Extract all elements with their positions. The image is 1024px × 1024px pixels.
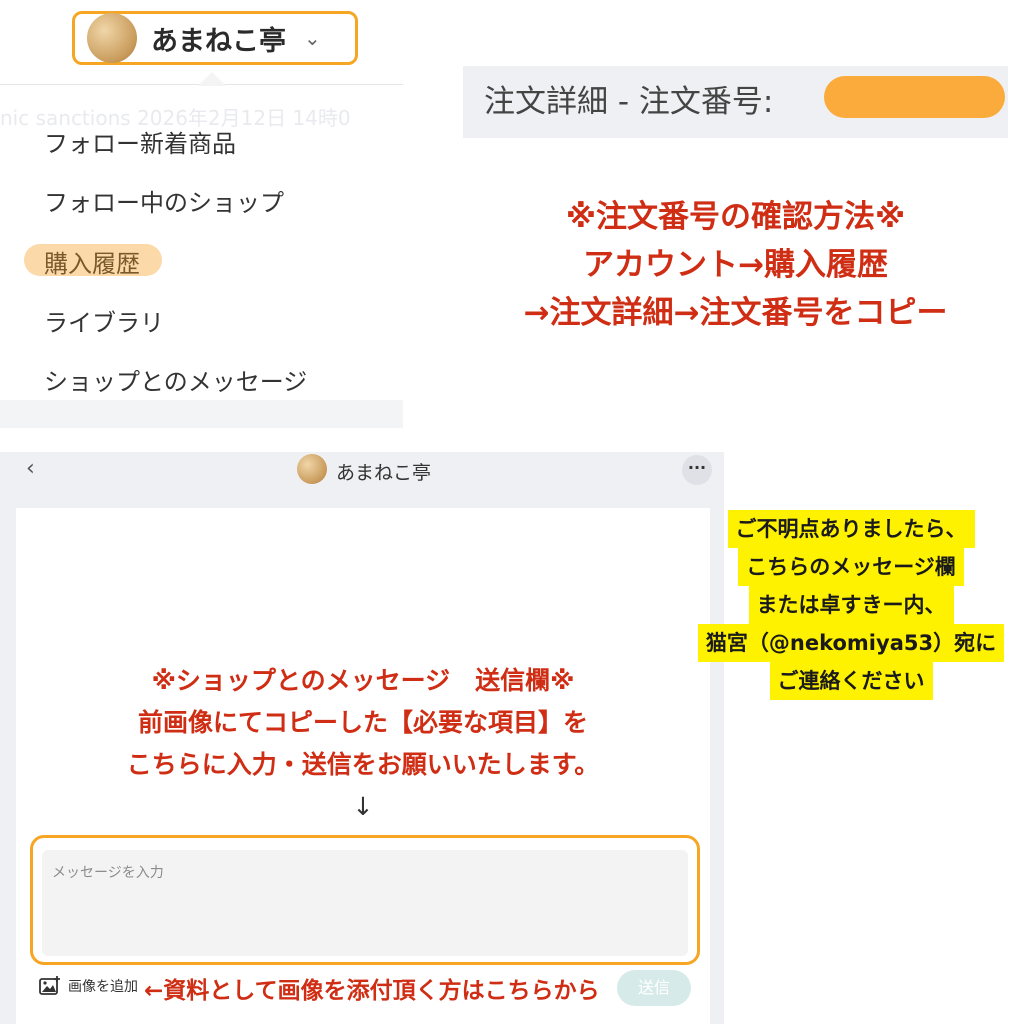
back-chevron-icon[interactable]: ‹ — [26, 456, 35, 481]
add-image-button[interactable]: 画像を追加 — [38, 975, 138, 997]
shop-switcher-button[interactable]: あまねこ亭 ⌄ — [72, 11, 358, 65]
contact-line-3: または卓すきー内、 — [748, 586, 954, 624]
instruction-line-2: 前画像にてコピーした【必要な項目】を — [137, 708, 588, 737]
howto-line-3: →注文詳細→注文番号をコピー — [523, 295, 948, 331]
order-number-redaction — [824, 76, 1005, 118]
menu-pointer — [198, 72, 226, 86]
shop-name: あまねこ亭 — [151, 25, 286, 57]
menu-item-follow-new[interactable]: フォロー新着商品 — [44, 124, 236, 159]
contact-line-1: ご不明点ありましたら、 — [727, 510, 975, 548]
order-number-howto: ※注文番号の確認方法※ アカウント→購入履歴 →注文詳細→注文番号をコピー — [463, 193, 1008, 337]
message-instructions: ※ショップとのメッセージ 送信欄※ 前画像にてコピーした【必要な項目】を こちら… — [16, 660, 710, 828]
chevron-down-icon: ⌄ — [304, 26, 321, 50]
menu-item-library[interactable]: ライブラリ — [44, 303, 164, 338]
shop-avatar — [87, 13, 137, 63]
attach-image-note: ←資料として画像を添付頂く方はこちらから — [144, 978, 600, 1004]
contact-line-4: 猫宮（@nekomiya53）宛に — [697, 624, 1005, 662]
chat-title: あまねこ亭 — [336, 462, 432, 484]
contact-line-5: ご連絡ください — [769, 662, 933, 700]
menu-item-purchase-history[interactable]: 購入履歴 — [44, 244, 140, 279]
instruction-line-3: こちらに入力・送信をお願いいたします。 — [126, 750, 600, 779]
howto-line-2: アカウント→購入履歴 — [583, 247, 888, 283]
menu-item-shop-messages[interactable]: ショップとのメッセージ — [44, 362, 307, 397]
contact-line-2: こちらのメッセージ欄 — [738, 548, 964, 586]
menu-item-following-shops[interactable]: フォロー中のショップ — [44, 183, 284, 218]
howto-line-1: ※注文番号の確認方法※ — [565, 199, 906, 235]
chat-shop-avatar — [297, 454, 327, 484]
add-image-label: 画像を追加 — [68, 979, 138, 995]
menu-footer-band — [0, 400, 403, 428]
send-button[interactable]: 送信 — [617, 970, 691, 1006]
add-image-icon — [39, 976, 60, 995]
instruction-line-1: ※ショップとのメッセージ 送信欄※ — [151, 666, 575, 695]
contact-notice: ご不明点ありましたら、 こちらのメッセージ欄 または卓すきー内、 猫宮（@nek… — [686, 510, 1016, 700]
order-detail-title: 注文詳細 - 注文番号: — [484, 84, 774, 120]
more-options-icon[interactable]: ··· — [682, 455, 712, 485]
message-input-frame — [30, 835, 700, 965]
message-input[interactable] — [42, 850, 688, 956]
down-arrow: ↓ — [352, 792, 374, 821]
